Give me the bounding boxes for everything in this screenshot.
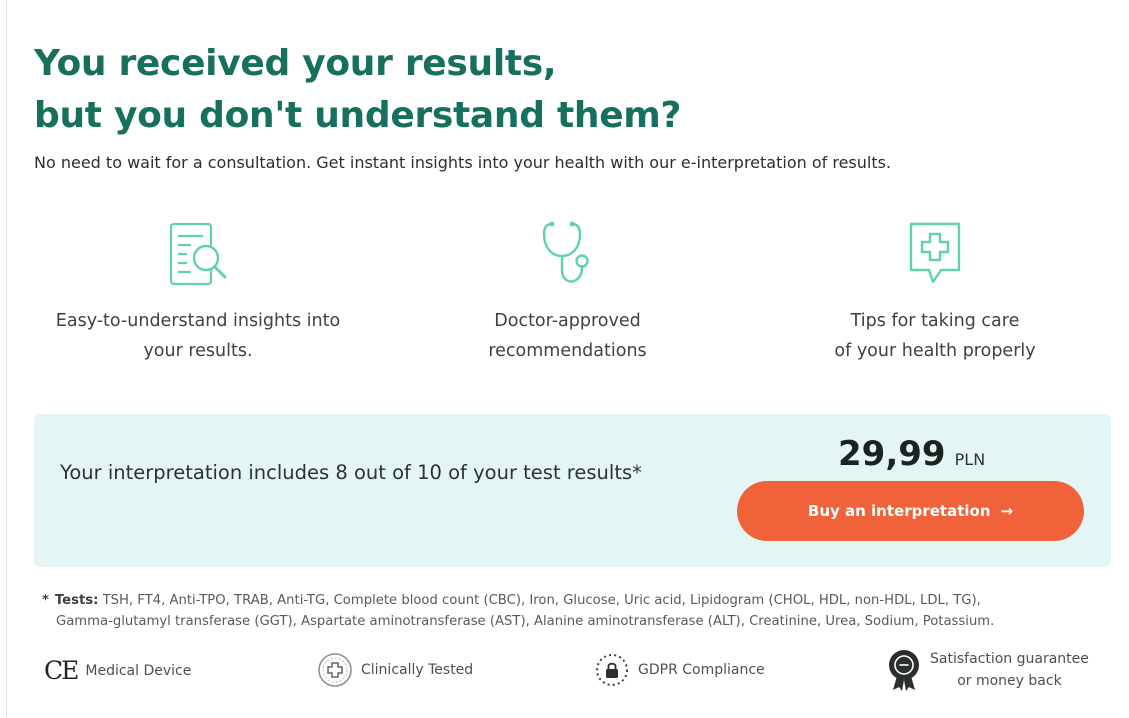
offer-description: Your interpretation includes 8 out of 10… [60, 461, 642, 484]
feature-health-tips: Tips for taking care of your health prop… [790, 218, 1080, 366]
buy-interpretation-button[interactable]: Buy an interpretation → [737, 481, 1084, 541]
page-subtitle: No need to wait for a consultation. Get … [34, 153, 892, 172]
gdpr-lock-icon [596, 654, 628, 686]
guarantee-ribbon-icon [889, 650, 919, 691]
stethoscope-icon [542, 221, 589, 283]
footnote-marker: * [42, 593, 49, 608]
tests-footnote: * Tests: TSH, FT4, Anti-TPO, TRAB, Anti-T… [42, 590, 1112, 632]
badge-gdpr-label: GDPR Compliance [638, 662, 765, 678]
page-title: You received your results, but you don't… [34, 38, 681, 142]
feature-insights-label: Easy-to-understand insights into your re… [55, 311, 341, 361]
offer-panel: Your interpretation includes 8 out of 10… [34, 414, 1111, 567]
badge-medical-device-label: Medical Device [85, 662, 192, 679]
badge-clinically-tested: Clinically Tested [317, 652, 473, 688]
medical-cross-chat-icon [909, 222, 961, 284]
feature-doctor-approved: Doctor-approved recommendations [425, 218, 710, 366]
price-currency: PLN [954, 450, 986, 469]
badge-clinically-tested-label: Clinically Tested [361, 662, 474, 678]
left-divider [6, 0, 7, 718]
page-title-line-2: but you don't understand them? [34, 95, 682, 136]
badge-guarantee: Satisfaction guarantee or money back [886, 648, 1089, 692]
badge-guarantee-label: Satisfaction guarantee or money back [930, 651, 1089, 689]
price: 29,99 PLN [838, 434, 985, 474]
badge-gdpr: GDPR Compliance [594, 652, 765, 688]
buy-button-label: Buy an interpretation [807, 502, 991, 520]
document-search-icon [169, 222, 227, 286]
badge-medical-device: CE Medical Device [44, 656, 191, 685]
arrow-right-icon: → [1000, 502, 1014, 520]
price-amount: 29,99 [838, 434, 946, 474]
tests-list-line-2: Gamma-glutamyl transferase (GGT), Aspart… [56, 614, 995, 629]
ce-mark-icon: CE [44, 656, 79, 685]
feature-doctor-approved-label: Doctor-approved recommendations [488, 311, 647, 361]
feature-health-tips-label: Tips for taking care of your health prop… [834, 311, 1036, 361]
tests-list-line-1: TSH, FT4, Anti-TPO, TRAB, Anti-TG, Compl… [102, 593, 981, 608]
tests-label: Tests: [54, 593, 99, 608]
feature-insights: Easy-to-understand insights into your re… [28, 218, 368, 366]
clinical-seal-icon [318, 653, 352, 687]
page-title-line-1: You received your results, [34, 43, 557, 84]
